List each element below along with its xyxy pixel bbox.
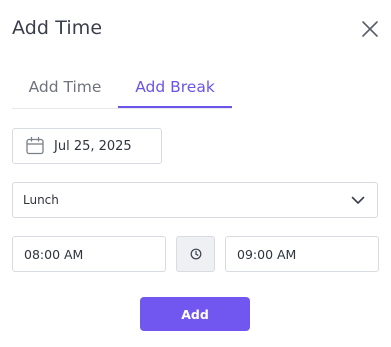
date-picker[interactable]: Jul 25, 2025 (12, 128, 162, 164)
tab-add-break[interactable]: Add Break (118, 78, 232, 108)
chevron-down-icon (351, 196, 365, 204)
break-type-value: Lunch (23, 193, 59, 207)
close-icon[interactable] (361, 20, 379, 38)
date-value: Jul 25, 2025 (54, 138, 132, 154)
tab-add-time[interactable]: Add Time (12, 78, 118, 107)
end-time-input[interactable]: 09:00 AM (225, 236, 379, 272)
dialog-title: Add Time (12, 17, 103, 39)
tab-bar: Add Time Add Break (12, 78, 232, 109)
start-time-value: 08:00 AM (24, 246, 84, 262)
end-time-value: 09:00 AM (237, 246, 297, 262)
start-time-input[interactable]: 08:00 AM (12, 236, 166, 272)
clock-icon[interactable] (176, 236, 215, 272)
calendar-icon (26, 136, 44, 155)
break-type-select[interactable]: Lunch (12, 182, 378, 218)
add-button[interactable]: Add (140, 297, 250, 331)
